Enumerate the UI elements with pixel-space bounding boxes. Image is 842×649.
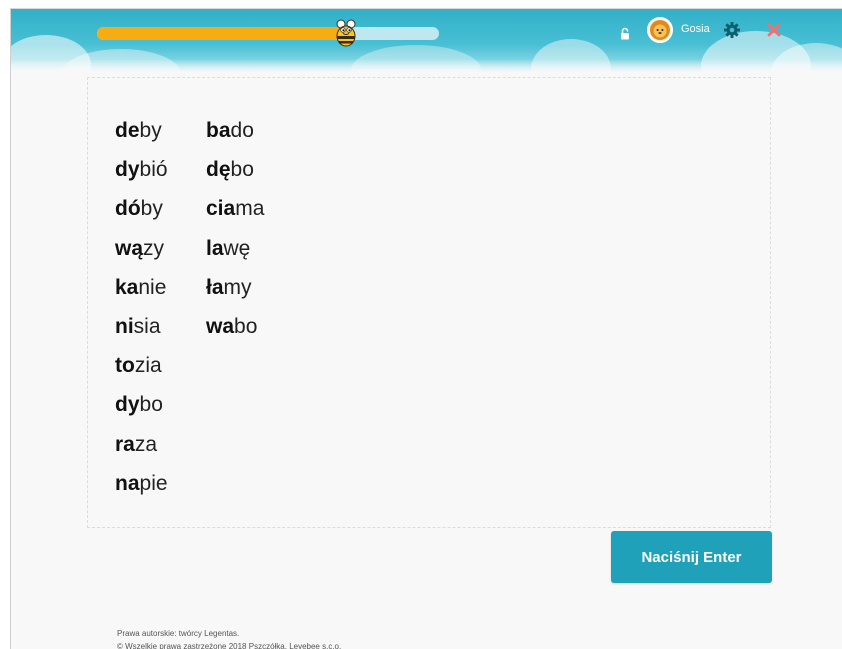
syllable-rest: bo bbox=[230, 158, 254, 182]
word-column-right: bado dębo ciama lawę łamy wabo bbox=[206, 117, 264, 352]
lion-avatar-icon bbox=[650, 20, 670, 40]
syllable-rest: ma bbox=[235, 197, 265, 221]
syllable-rest: zia bbox=[134, 354, 162, 378]
syllable-bold: ba bbox=[206, 119, 231, 142]
syllable-bold: ła bbox=[206, 275, 224, 299]
word-item: bado bbox=[206, 117, 264, 156]
word-item: ciama bbox=[206, 195, 264, 234]
word-item: łamy bbox=[206, 274, 264, 313]
syllable-bold: wą bbox=[115, 236, 144, 260]
syllable-rest: pie bbox=[139, 471, 168, 495]
word-item: dybo bbox=[115, 391, 168, 430]
syllable-bold: na bbox=[115, 471, 140, 495]
syllable-bold: de bbox=[115, 119, 140, 142]
word-panel bbox=[87, 77, 771, 528]
syllable-bold: to bbox=[115, 354, 135, 378]
syllable-bold: dó bbox=[115, 197, 141, 221]
word-column-left: deby dybió dóby wązy kanie nisia tozia d… bbox=[115, 117, 168, 509]
word-item: dybió bbox=[115, 156, 168, 195]
syllable-rest: zy bbox=[143, 236, 165, 260]
syllable-bold: cia bbox=[206, 197, 236, 221]
word-item: deby bbox=[115, 117, 168, 156]
app-window: Gosia deby dybió dóby wązy kanie nisia t… bbox=[10, 8, 842, 649]
copyright-authors: Prawa autorskie: twórcy Legentas. bbox=[117, 629, 240, 638]
syllable-rest: nie bbox=[138, 275, 167, 299]
word-item: napie bbox=[115, 470, 168, 509]
top-bar: Gosia bbox=[11, 9, 842, 73]
gear-icon[interactable] bbox=[724, 22, 740, 38]
footer: Prawa autorskie: twórcy Legentas. © Wsze… bbox=[117, 627, 341, 649]
syllable-bold: dę bbox=[206, 158, 231, 182]
word-item: tozia bbox=[115, 352, 168, 391]
enter-button[interactable]: Naciśnij Enter bbox=[611, 531, 772, 583]
syllable-bold: ra bbox=[115, 432, 135, 456]
bee-icon bbox=[336, 19, 356, 47]
username[interactable]: Gosia bbox=[681, 23, 710, 35]
word-item: dębo bbox=[206, 156, 264, 195]
progress-bar bbox=[97, 27, 439, 40]
syllable-rest: bo bbox=[139, 393, 163, 417]
syllable-rest: bo bbox=[234, 314, 258, 338]
syllable-rest: by bbox=[139, 119, 162, 142]
syllable-rest: sia bbox=[133, 314, 161, 338]
syllable-bold: dy bbox=[115, 158, 140, 182]
syllable-rest: bió bbox=[139, 158, 168, 182]
word-item: nisia bbox=[115, 313, 168, 352]
syllable-bold: la bbox=[206, 236, 224, 260]
lock-icon[interactable] bbox=[619, 27, 631, 41]
word-item: lawę bbox=[206, 235, 264, 274]
syllable-rest: do bbox=[230, 119, 254, 142]
header-fade bbox=[11, 59, 842, 73]
syllable-bold: ni bbox=[115, 314, 134, 338]
syllable-bold: ka bbox=[115, 275, 139, 299]
word-item: kanie bbox=[115, 274, 168, 313]
word-item: raza bbox=[115, 431, 168, 470]
syllable-bold: dy bbox=[115, 393, 140, 417]
word-item: wabo bbox=[206, 313, 264, 352]
syllable-bold: wa bbox=[206, 314, 235, 338]
syllable-rest: za bbox=[134, 432, 158, 456]
close-icon[interactable] bbox=[767, 23, 781, 37]
syllable-rest: by bbox=[140, 197, 163, 221]
word-item: wązy bbox=[115, 235, 168, 274]
word-item: dóby bbox=[115, 195, 168, 234]
progress-fill bbox=[97, 27, 340, 40]
syllable-rest: wę bbox=[223, 236, 251, 260]
syllable-rest: my bbox=[223, 275, 252, 299]
avatar[interactable] bbox=[647, 17, 673, 43]
